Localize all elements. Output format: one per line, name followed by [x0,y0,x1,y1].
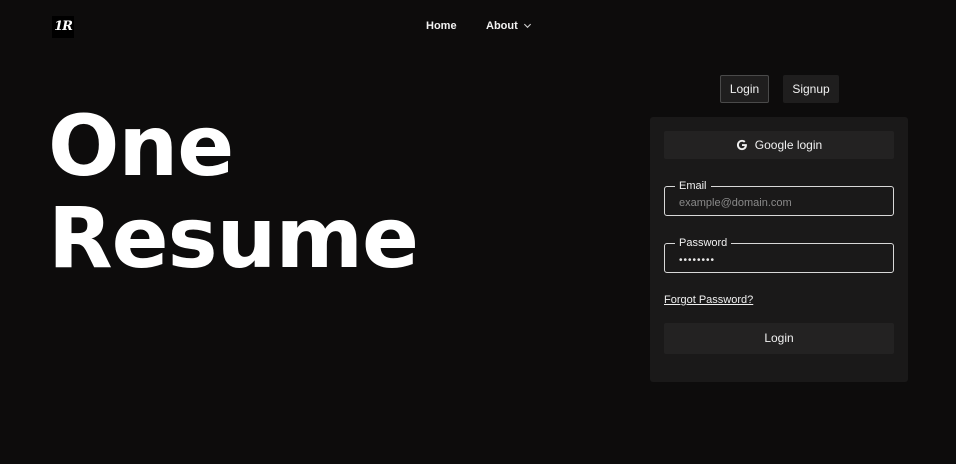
hero-title-line2: Resume [48,189,419,287]
email-field: Email [664,179,894,216]
nav-about-label: About [486,20,518,32]
tab-login[interactable]: Login [720,75,769,103]
password-field: Password [664,236,894,273]
top-nav: Home About [0,20,956,36]
hero-title: One Resume [48,97,419,287]
login-page: 1R Home About One Resume Login Signup Go… [0,0,956,464]
nav-home-link[interactable]: Home [426,20,457,32]
tab-signup[interactable]: Signup [783,75,839,103]
chevron-down-icon [523,23,531,29]
google-login-label: Google login [754,138,823,152]
hero-title-line1: One [48,97,234,195]
nav-about-dropdown[interactable]: About [486,20,532,32]
forgot-password-link[interactable]: Forgot Password? [664,294,753,306]
google-login-button[interactable]: Google login [664,131,894,159]
password-input[interactable] [665,244,893,272]
login-submit-button[interactable]: Login [664,323,894,354]
email-input[interactable] [665,187,893,215]
google-icon [736,139,747,151]
login-card: Google login Email Password Forgot Passw… [650,117,908,382]
